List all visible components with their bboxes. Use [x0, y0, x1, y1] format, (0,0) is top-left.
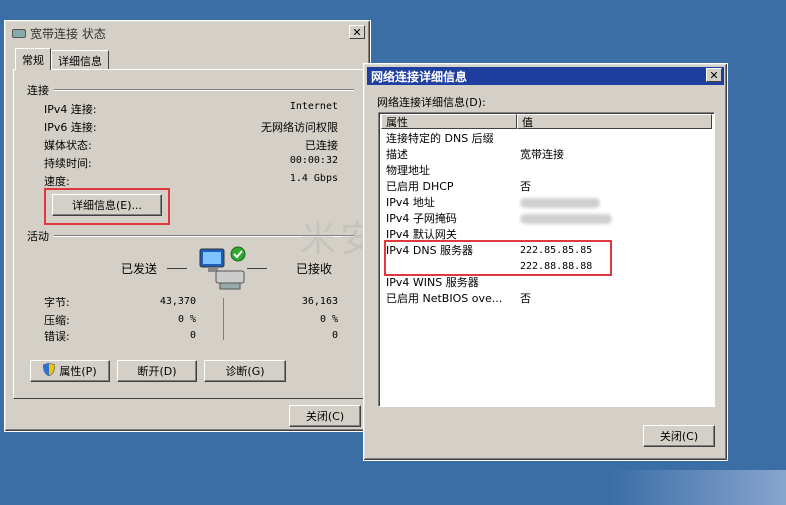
- redacted-ipv4-address: [520, 196, 600, 209]
- dns-highlight: [384, 240, 612, 276]
- broadband-connection-icon: [12, 28, 26, 38]
- properties-label: 属性(P): [59, 365, 97, 378]
- connection-section-title: 连接: [27, 84, 49, 97]
- list-item-key: IPv4 地址: [386, 196, 435, 209]
- details-list-label: 网络连接详细信息(D):: [377, 96, 486, 109]
- column-value[interactable]: 值: [517, 114, 712, 129]
- status-titlebar: 宽带连接 状态 ✕: [8, 24, 367, 42]
- status-window-title: 宽带连接 状态: [30, 26, 106, 41]
- column-property[interactable]: 属性: [381, 114, 517, 129]
- properties-button[interactable]: 属性(P): [30, 360, 110, 382]
- compression-sent: 0 %: [177, 314, 196, 325]
- compression-label: 压缩:: [44, 314, 70, 327]
- list-item-value: 否: [520, 292, 531, 305]
- bytes-row: 字节:: [44, 294, 138, 310]
- media-state-row: 媒体状态: 已连接: [44, 137, 338, 153]
- list-item[interactable]: IPv4 地址: [386, 194, 600, 210]
- errors-label: 错误:: [44, 330, 70, 343]
- tab-details[interactable]: 详细信息: [51, 50, 109, 70]
- errors-received: 0: [331, 330, 338, 341]
- redacted-subnet-mask: [520, 212, 612, 225]
- list-item-key: 已启用 DHCP: [386, 180, 454, 193]
- list-item[interactable]: 描述 宽带连接: [386, 146, 564, 162]
- list-item[interactable]: IPv4 子网掩码: [386, 210, 612, 226]
- duration-value: 00:00:32: [289, 155, 338, 166]
- list-item[interactable]: 已启用 NetBIOS ove... 否: [386, 290, 531, 306]
- details-list-header: 属性 值: [381, 114, 712, 129]
- tab-general[interactable]: 常规: [15, 48, 51, 70]
- errors-sent: 0: [189, 330, 196, 341]
- details-close-button[interactable]: 关闭(C): [643, 425, 715, 447]
- list-item-key: 连接特定的 DNS 后缀: [386, 132, 494, 145]
- uac-shield-icon: [43, 362, 56, 379]
- status-close-button[interactable]: 关闭(C): [289, 405, 361, 427]
- media-state-label: 媒体状态:: [44, 139, 92, 152]
- errors-row: 错误:: [44, 328, 138, 344]
- list-item-key: 物理地址: [386, 164, 430, 177]
- list-item-value: 否: [520, 180, 531, 193]
- details-button-highlight: [44, 188, 170, 225]
- ipv6-value: 无网络访问权限: [261, 121, 338, 134]
- disconnect-button[interactable]: 断开(D): [117, 360, 197, 382]
- details-close-icon[interactable]: ✕: [706, 68, 722, 82]
- compression-received: 0 %: [319, 314, 338, 325]
- network-details-window: 网络连接详细信息 ✕ 网络连接详细信息(D): 属性 值 连接特定的 DNS 后…: [363, 63, 728, 461]
- list-item-value: 宽带连接: [520, 148, 564, 161]
- speed-row: 速度: 1.4 Gbps: [44, 173, 338, 189]
- sent-line: [167, 268, 187, 269]
- sent-label: 已发送: [121, 262, 158, 276]
- ipv6-row: IPv6 连接: 无网络访问权限: [44, 119, 338, 135]
- media-state-value: 已连接: [305, 139, 338, 152]
- list-item[interactable]: 物理地址: [386, 162, 520, 178]
- list-item[interactable]: IPv4 WINS 服务器: [386, 274, 520, 290]
- desktop-glow: [610, 470, 786, 505]
- list-item-key: 描述: [386, 148, 408, 161]
- list-item-key: 已启用 NetBIOS ove...: [386, 292, 503, 305]
- activity-section-title: 活动: [27, 230, 49, 243]
- details-titlebar: 网络连接详细信息 ✕: [367, 67, 724, 85]
- duration-label: 持续时间:: [44, 157, 92, 170]
- ipv4-label: IPv4 连接:: [44, 103, 97, 116]
- ipv6-label: IPv6 连接:: [44, 121, 97, 134]
- diagnose-button[interactable]: 诊断(G): [204, 360, 286, 382]
- activity-divider: [223, 298, 224, 340]
- speed-label: 速度:: [44, 175, 70, 188]
- status-tabs: 常规 详细信息: [15, 48, 109, 70]
- connection-separator: [54, 89, 354, 91]
- list-item[interactable]: 已启用 DHCP 否: [386, 178, 531, 194]
- duration-row: 持续时间: 00:00:32: [44, 155, 338, 171]
- network-computers-icon: [198, 245, 250, 295]
- bytes-sent: 43,370: [159, 296, 196, 307]
- details-window-title: 网络连接详细信息: [371, 69, 468, 84]
- list-item-key: IPv4 子网掩码: [386, 212, 457, 225]
- speed-value: 1.4 Gbps: [289, 173, 338, 184]
- received-label: 已接收: [296, 262, 333, 276]
- ipv4-value: Internet: [289, 101, 338, 112]
- details-listview[interactable]: 属性 值 连接特定的 DNS 后缀 描述 宽带连接 物理地址 已启用 DHCP …: [378, 112, 715, 407]
- list-item-key: IPv4 WINS 服务器: [386, 276, 479, 289]
- compression-row: 压缩:: [44, 312, 138, 328]
- ipv4-row: IPv4 连接: Internet: [44, 101, 338, 117]
- bytes-received: 36,163: [301, 296, 338, 307]
- bytes-label: 字节:: [44, 296, 70, 309]
- list-item[interactable]: 连接特定的 DNS 后缀: [386, 130, 520, 146]
- received-line: [247, 268, 267, 269]
- status-close-icon[interactable]: ✕: [349, 25, 365, 39]
